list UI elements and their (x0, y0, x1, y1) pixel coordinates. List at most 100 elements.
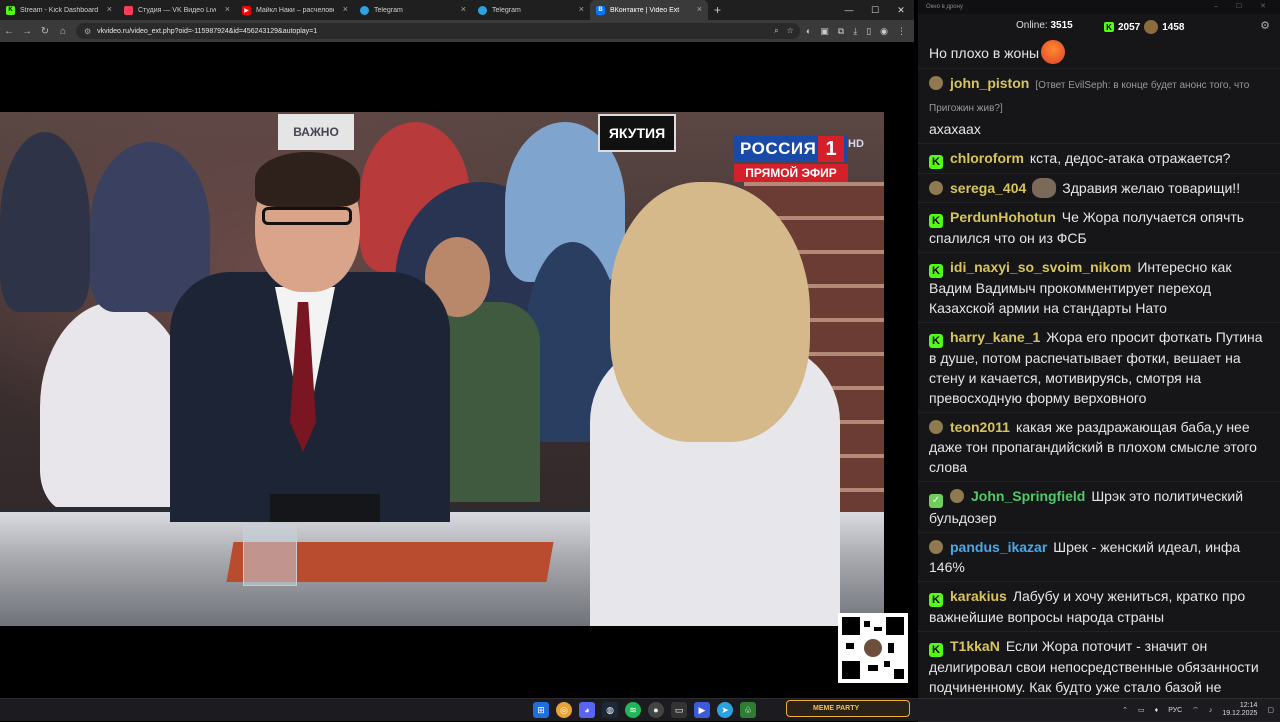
tab-kick-dashboard[interactable]: K Stream - Kick Dashboard × (0, 0, 118, 20)
tab-vk-video-live[interactable]: Студия — VK Видео Live × (118, 0, 236, 20)
close-window-icon[interactable]: ✕ (888, 0, 914, 20)
chat-username[interactable]: PerdunHohotun (950, 209, 1056, 225)
minimize-icon[interactable]: — (836, 0, 862, 20)
clock-time: 12:14 (1239, 702, 1258, 709)
wifi-icon[interactable]: ⌔ (1192, 706, 1199, 715)
platform-counters: K 2057 1458 (1104, 20, 1185, 34)
system-tray: ⌃ ▭ ♦ РУС ⌔ ♪ 12:14 19.12.2025 ▢ (1122, 702, 1274, 718)
url-text: vkvideo.ru/video_ext.php?oid=-115987924&… (97, 27, 318, 35)
meme-party-widget[interactable]: MEME PARTY (786, 700, 910, 717)
sidebar-icon[interactable]: ▯ (866, 26, 871, 37)
clock[interactable]: 12:14 19.12.2025 (1222, 702, 1257, 718)
tab-telegram-2[interactable]: Telegram × (472, 0, 590, 20)
settings-icon[interactable]: ⚙ (1260, 19, 1270, 32)
audience-sign-yakutia: ЯКУТИЯ (598, 114, 676, 152)
taskbar: ⊞ ◎ ◕ ◍ ≋ ● ▭ ▶ ➤ ♧ MEME PARTY ⌃ ▭ ♦ РУС… (0, 698, 1280, 721)
close-icon[interactable]: × (461, 4, 466, 14)
maximize-icon[interactable]: ☐ (862, 0, 888, 20)
kick-icon: K (929, 593, 943, 607)
chat-window-titlebar: Окно в дрону – ☐ ✕ (918, 0, 1280, 14)
new-tab-button[interactable]: + (714, 3, 721, 17)
chat-username[interactable]: idi_naxyi_so_svoim_nikom (950, 259, 1131, 275)
chat-message: john_piston [Ответ EvilSeph: в конце буде… (918, 69, 1280, 144)
meme-party-label: MEME PARTY (813, 705, 860, 712)
volume-icon[interactable]: ♪ (1209, 707, 1213, 714)
chat-window-controls[interactable]: – ☐ ✕ (1214, 2, 1274, 10)
chat-username[interactable]: serega_404 (950, 180, 1026, 196)
extension-icon[interactable]: ◐ (806, 26, 811, 37)
water-glass (243, 522, 297, 586)
chat-message: Kidi_naxyi_so_svoim_nikom Интересно как В… (918, 253, 1280, 323)
tab-vk-video-ext[interactable]: B ВКонтакте | Video Ext × (590, 0, 708, 20)
close-icon[interactable]: × (697, 4, 702, 14)
other-count: 1458 (1162, 21, 1185, 33)
telegram-icon (360, 5, 369, 15)
online-label: Online: (1016, 20, 1048, 31)
host-glasses (262, 207, 352, 225)
steam-icon[interactable]: ◍ (602, 702, 618, 718)
chat-username[interactable]: john_piston (950, 75, 1029, 91)
vk-video-icon (124, 5, 133, 15)
bookmark-star-icon[interactable]: ☆ (787, 26, 794, 36)
tab-youtube[interactable]: ▶ Майкл Наки – расчеловечивание × (236, 0, 354, 20)
menu-icon[interactable]: ⋮ (897, 26, 906, 37)
chat-username[interactable]: teon2011 (950, 419, 1010, 435)
chat-username[interactable]: chloroform (950, 150, 1024, 166)
obs-icon[interactable]: ● (648, 702, 664, 718)
blush-emoji-icon (1041, 40, 1066, 64)
telegram-icon[interactable]: ➤ (717, 702, 733, 718)
youtube-icon: ▶ (242, 5, 251, 15)
address-bar: ← → ↻ ⌂ ⚙ vkvideo.ru/video_ext.php?oid=-… (0, 20, 914, 42)
discord-icon[interactable]: ◕ (579, 702, 595, 718)
notifications-icon[interactable]: ▢ (1267, 706, 1274, 714)
kick-icon: K (929, 334, 943, 348)
audience-member (0, 132, 90, 312)
chat-messages: Но плохо в жоны john_piston [Ответ EvilSe… (918, 36, 1280, 722)
extension-icon[interactable]: ▣ (820, 26, 829, 37)
app-icon[interactable]: ▭ (671, 702, 687, 718)
tab-label: Stream - Kick Dashboard (20, 6, 98, 14)
chrome-icon[interactable]: ◎ (556, 702, 572, 718)
chat-message: Kkarakius Лабубу и хочу жениться, кратко … (918, 582, 1280, 632)
chat-username[interactable]: pandus_ikazar (950, 539, 1047, 555)
lang-indicator[interactable]: РУС (1168, 707, 1182, 714)
online-counter: Online: 3515 (1016, 20, 1073, 31)
site-info-icon[interactable]: ⚙ (84, 27, 91, 36)
close-icon[interactable]: × (107, 4, 112, 14)
close-icon[interactable]: × (343, 4, 348, 14)
windows-start-icon[interactable]: ⊞ (533, 702, 549, 718)
url-field[interactable]: ⚙ vkvideo.ru/video_ext.php?oid=-11598792… (76, 23, 800, 39)
close-icon[interactable]: × (579, 4, 584, 14)
kick-icon: K (6, 5, 15, 15)
download-icon[interactable]: ⤓ (853, 26, 857, 37)
tab-label: Telegram (374, 6, 403, 14)
reload-icon[interactable]: ↻ (36, 20, 54, 42)
app-icon[interactable]: ♧ (740, 702, 756, 718)
chat-panel: Окно в дрону – ☐ ✕ Online: 3515 K 2057 1… (918, 0, 1280, 722)
live-badge: ПРЯМОЙ ЭФИР (734, 164, 848, 182)
app-icon[interactable]: ▶ (694, 702, 710, 718)
spotify-icon[interactable]: ≋ (625, 702, 641, 718)
chat-message: teon2011 какая же раздражающая баба,у нее… (918, 413, 1280, 482)
home-icon[interactable]: ⌂ (54, 20, 72, 42)
chat-username[interactable]: T1kkaN (950, 638, 1000, 654)
chat-message: pandus_ikazar Шрек - женский идеал, инфа … (918, 533, 1280, 582)
chat-username[interactable]: karakius (950, 588, 1007, 604)
network-icon[interactable]: ▭ (1138, 706, 1145, 714)
chat-username[interactable]: harry_kane_1 (950, 329, 1040, 345)
chevron-up-icon[interactable]: ⌃ (1122, 706, 1128, 714)
puzzle-icon[interactable]: ⧉ (838, 26, 844, 37)
tab-label: Студия — VK Видео Live (138, 6, 216, 14)
close-icon[interactable]: × (225, 4, 230, 14)
zoom-icon[interactable]: ⌕ (774, 26, 778, 36)
channel-number: 1 (818, 136, 844, 162)
mic-icon[interactable]: ♦ (1155, 707, 1159, 714)
profile-icon[interactable]: ◉ (880, 26, 888, 37)
forward-icon[interactable]: → (18, 20, 36, 42)
chat-username[interactable]: John_Springfield (971, 488, 1085, 504)
subscriber-badge-icon (929, 76, 943, 90)
video-player[interactable]: ВАЖНО ЯКУТИЯ РОССИЯ 1 HD ПРЯМОЙ ЭФИР (0, 112, 884, 626)
kick-icon: K (929, 155, 943, 169)
tab-telegram-1[interactable]: Telegram × (354, 0, 472, 20)
back-icon[interactable]: ← (0, 20, 18, 42)
